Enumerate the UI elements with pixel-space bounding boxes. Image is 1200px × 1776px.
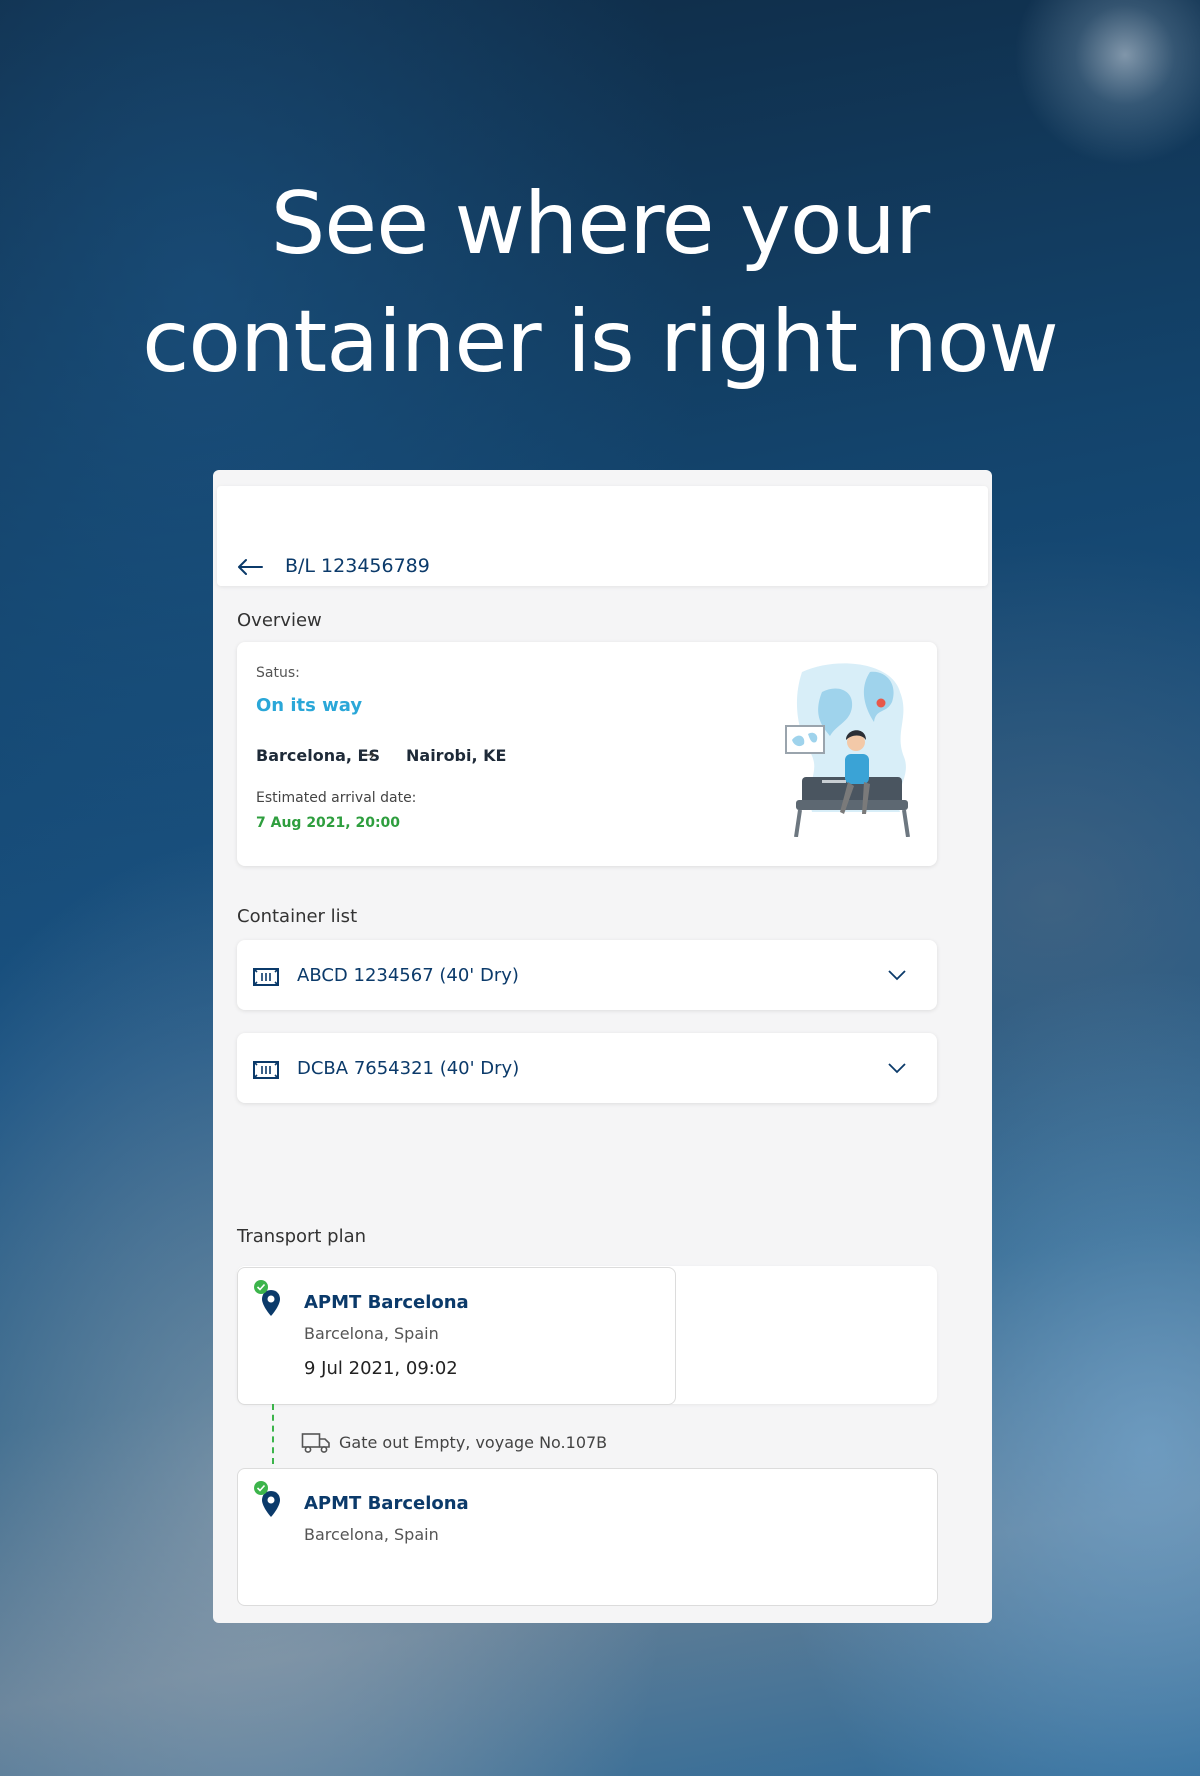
container-icon: [253, 1061, 279, 1079]
hero-line-1: See where your: [270, 174, 931, 274]
overview-card: Satus: On its way Barcelona, ES → Nairob…: [237, 642, 937, 866]
chevron-down-icon[interactable]: [887, 1061, 907, 1075]
arrow-left-icon[interactable]: [237, 558, 263, 576]
header-bar: B/L 123456789: [217, 486, 988, 586]
stop-name: APMT Barcelona: [304, 1493, 469, 1514]
route-arrow: →: [362, 745, 376, 764]
stop-place: Barcelona, Spain: [304, 1324, 439, 1343]
page-title: B/L 123456789: [285, 555, 430, 577]
destination: Nairobi, KE: [406, 746, 507, 765]
container-row[interactable]: ABCD 1234567 (40' Dry): [237, 940, 937, 1010]
hero-headline: See where your container is right now: [0, 165, 1200, 401]
status-label: Satus:: [256, 665, 300, 681]
chevron-down-icon[interactable]: [887, 968, 907, 982]
container-icon: [253, 968, 279, 986]
container-label: DCBA 7654321 (40' Dry): [297, 1058, 520, 1079]
transport-plan-heading: Transport plan: [237, 1226, 367, 1247]
transport-stop-card[interactable]: APMT Barcelona Barcelona, Spain 9 Jul 20…: [237, 1267, 676, 1405]
check-icon: [254, 1280, 268, 1294]
timeline-connector: [272, 1404, 274, 1464]
truck-icon: [301, 1433, 330, 1453]
eta-label: Estimated arrival date:: [256, 790, 417, 806]
status-value: On its way: [256, 695, 363, 716]
hero-line-2: container is right now: [142, 292, 1059, 392]
stop-date: 9 Jul 2021, 09:02: [304, 1358, 458, 1379]
stop-name: APMT Barcelona: [304, 1292, 469, 1313]
waiting-person-illustration: [785, 663, 910, 837]
container-label: ABCD 1234567 (40' Dry): [297, 965, 519, 986]
event-label: Gate out Empty, voyage No.107B: [339, 1433, 608, 1452]
check-icon: [254, 1481, 268, 1495]
container-list-heading: Container list: [237, 906, 358, 927]
overview-heading: Overview: [237, 610, 322, 631]
container-row[interactable]: DCBA 7654321 (40' Dry): [237, 1033, 937, 1103]
transport-stop-card[interactable]: APMT Barcelona Barcelona, Spain: [237, 1468, 938, 1606]
stop-place: Barcelona, Spain: [304, 1525, 439, 1544]
eta-value: 7 Aug 2021, 20:00: [256, 815, 401, 831]
